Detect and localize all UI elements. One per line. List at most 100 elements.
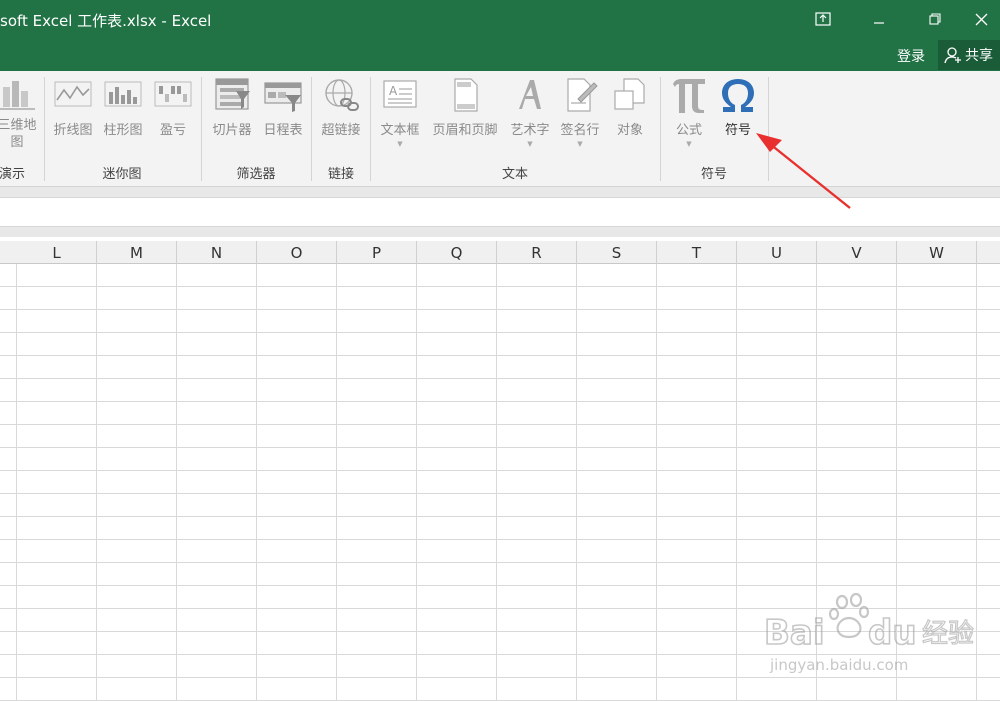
header-footer-label: 页眉和页脚 bbox=[432, 123, 498, 138]
omega-icon bbox=[718, 75, 758, 115]
column-gridline bbox=[736, 264, 737, 701]
login-link[interactable]: 登录 bbox=[897, 46, 925, 66]
group-separator bbox=[660, 77, 661, 181]
object-icon bbox=[610, 75, 650, 115]
column-header-p[interactable]: P bbox=[337, 241, 417, 264]
column-sparkline-label: 柱形图 bbox=[103, 123, 143, 138]
row-gridline bbox=[0, 562, 1000, 563]
signature-dropdown-icon: ▼ bbox=[577, 140, 583, 148]
excel-window: soft Excel 工作表.xlsx - Excel 登录 共享 三维地 图 … bbox=[0, 0, 1000, 701]
ribbon-display-icon bbox=[815, 12, 831, 26]
wordart-dropdown-icon: ▼ bbox=[527, 140, 533, 148]
column-gridline bbox=[176, 264, 177, 701]
textbox-button[interactable]: A 文本框 ▼ bbox=[376, 75, 424, 148]
column-gridline bbox=[96, 264, 97, 701]
object-button[interactable]: 对象 bbox=[608, 75, 652, 138]
hyperlink-label: 超链接 bbox=[321, 123, 361, 138]
column-header-t[interactable]: T bbox=[657, 241, 737, 264]
winloss-sparkline-button[interactable]: 盈亏 bbox=[150, 75, 196, 138]
timeline-button[interactable]: 日程表 bbox=[259, 75, 307, 138]
red-arrow-annotation bbox=[756, 133, 851, 209]
winloss-sparkline-label: 盈亏 bbox=[159, 123, 186, 138]
column-header-s[interactable]: S bbox=[577, 241, 657, 264]
signature-line-button[interactable]: 签名行 ▼ bbox=[556, 75, 604, 148]
object-label: 对象 bbox=[616, 123, 643, 138]
column-header-l[interactable]: L bbox=[17, 241, 97, 264]
hyperlink-button[interactable]: 超链接 bbox=[316, 75, 366, 138]
pi-icon bbox=[669, 75, 709, 115]
group-separator bbox=[44, 77, 45, 181]
wordart-icon bbox=[510, 75, 550, 115]
row-gridline bbox=[0, 493, 1000, 494]
textbox-dropdown-icon: ▼ bbox=[397, 140, 403, 148]
row-gridline bbox=[0, 332, 1000, 333]
share-button[interactable]: 共享 bbox=[938, 40, 1000, 70]
3d-map-icon bbox=[0, 75, 37, 115]
group-label-text: 文本 bbox=[501, 167, 529, 182]
hyperlink-icon bbox=[321, 75, 361, 115]
column-header-row: L M N O P Q R S T U V W bbox=[0, 241, 1000, 264]
row-gridline bbox=[0, 286, 1000, 287]
header-footer-button[interactable]: 页眉和页脚 bbox=[426, 75, 504, 138]
person-add-icon bbox=[944, 47, 961, 64]
column-header-m[interactable]: M bbox=[97, 241, 177, 264]
restore-button[interactable] bbox=[912, 4, 958, 34]
row-gridline bbox=[0, 470, 1000, 471]
group-label-links: 链接 bbox=[327, 167, 355, 182]
line-sparkline-icon bbox=[53, 75, 93, 115]
line-sparkline-label: 折线图 bbox=[53, 123, 93, 138]
group-label-sparklines: 迷你图 bbox=[102, 167, 142, 182]
svg-text:经验: 经验 bbox=[922, 619, 974, 649]
timeline-label: 日程表 bbox=[263, 123, 303, 138]
row-gridline bbox=[0, 424, 1000, 425]
share-label: 共享 bbox=[965, 48, 993, 64]
column-gridline bbox=[656, 264, 657, 701]
group-label-symbols: 符号 bbox=[700, 167, 728, 182]
svg-text:Bai: Bai bbox=[764, 613, 825, 653]
row-gridline bbox=[0, 378, 1000, 379]
svg-text:A: A bbox=[389, 84, 398, 98]
signature-line-icon bbox=[560, 75, 600, 115]
column-header-o[interactable]: O bbox=[257, 241, 337, 264]
symbol-label: 符号 bbox=[724, 123, 751, 138]
window-title: soft Excel 工作表.xlsx - Excel bbox=[0, 12, 212, 30]
ribbon-display-options-button[interactable] bbox=[800, 4, 846, 34]
close-button[interactable] bbox=[962, 4, 1000, 34]
minimize-button[interactable] bbox=[856, 4, 902, 34]
equation-dropdown-icon: ▼ bbox=[686, 140, 692, 148]
row-gridline bbox=[0, 401, 1000, 402]
column-gridline bbox=[496, 264, 497, 701]
signature-line-label: 签名行 bbox=[560, 123, 600, 138]
header-footer-icon bbox=[445, 75, 485, 115]
winloss-sparkline-icon bbox=[153, 75, 193, 115]
slicer-icon bbox=[212, 75, 252, 115]
symbol-button[interactable]: 符号 bbox=[716, 75, 760, 138]
equation-button[interactable]: 公式 ▼ bbox=[666, 75, 712, 148]
row-gridline bbox=[0, 585, 1000, 586]
group-separator bbox=[370, 77, 371, 181]
3d-map-label-2: 图 bbox=[10, 135, 24, 150]
row-gridline bbox=[0, 447, 1000, 448]
restore-icon bbox=[929, 13, 941, 25]
column-header-v[interactable]: V bbox=[817, 241, 897, 264]
timeline-icon bbox=[263, 75, 303, 115]
column-header-w[interactable]: W bbox=[897, 241, 977, 264]
slicer-button[interactable]: 切片器 bbox=[207, 75, 257, 138]
group-label-demo: 演示 bbox=[0, 167, 26, 182]
line-sparkline-button[interactable]: 折线图 bbox=[50, 75, 96, 138]
row-gridline bbox=[0, 355, 1000, 356]
3d-map-button[interactable]: 三维地 图 bbox=[0, 75, 40, 151]
3d-map-label-1: 三维地 bbox=[0, 118, 37, 133]
column-header-r[interactable]: R bbox=[497, 241, 577, 264]
column-header-u[interactable]: U bbox=[737, 241, 817, 264]
group-separator bbox=[201, 77, 202, 181]
wordart-button[interactable]: 艺术字 ▼ bbox=[506, 75, 554, 148]
column-header-q[interactable]: Q bbox=[417, 241, 497, 264]
textbox-label: 文本框 bbox=[380, 123, 420, 138]
close-icon bbox=[975, 13, 987, 25]
slicer-label: 切片器 bbox=[212, 123, 252, 138]
column-header-n[interactable]: N bbox=[177, 241, 257, 264]
column-sparkline-button[interactable]: 柱形图 bbox=[100, 75, 146, 138]
row-gridline bbox=[0, 516, 1000, 517]
title-bar: soft Excel 工作表.xlsx - Excel 登录 共享 bbox=[0, 0, 1000, 71]
